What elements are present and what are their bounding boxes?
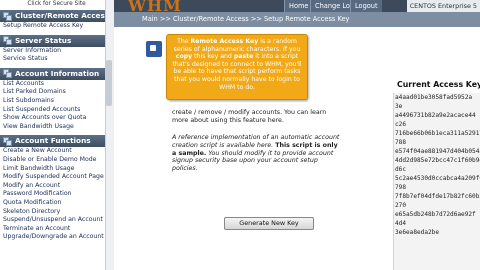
sidebar-link-list-subdomains[interactable]: List Subdomains [0, 97, 113, 106]
sidebar-link-service-status[interactable]: Service Status [0, 55, 113, 64]
sidebar-link-list-parked-domains[interactable]: List Parked Domains [0, 88, 113, 97]
sidebar: Click for Secure Site Cluster/Remote Acc… [0, 0, 114, 270]
key-line: 3e [395, 103, 403, 110]
sidebar-link-modify-account[interactable]: Modify an Account [0, 182, 113, 191]
reference-text: A reference implementation of an automat… [172, 134, 340, 173]
key-icon [146, 41, 162, 57]
sidebar-scrollbar[interactable] [105, 0, 114, 270]
sidebar-link-skeleton-directory[interactable]: Skeleton Directory [0, 208, 113, 217]
key-line: 4d4 [395, 220, 407, 227]
top-header: WHM Home Change Log Logout CENTOS Enterp… [114, 0, 480, 15]
section-header-account-information[interactable]: Account Information [0, 67, 113, 80]
key-line: e65a5db248b7d72d6ae92f [395, 211, 476, 218]
sidebar-link-create-account[interactable]: Create a New Account [0, 147, 113, 156]
key-line: 5c2ae4530d0ccabca4a209f0 [395, 175, 480, 182]
sidebar-link-view-bandwidth-usage[interactable]: View Bandwidth Usage [0, 123, 113, 132]
sidebar-link-upgrade-account[interactable]: Upgrade/Downgrade an Account [0, 233, 113, 242]
tab-logout[interactable]: Logout [350, 0, 382, 12]
sidebar-link-show-accounts-over-quota[interactable]: Show Accounts over Quota [0, 114, 113, 123]
section-header-server-status[interactable]: Server Status [0, 34, 113, 47]
key-line: d6c [395, 166, 407, 173]
server-icon [3, 36, 12, 46]
sidebar-link-list-suspended-accounts[interactable]: List Suspended Accounts [0, 106, 113, 115]
key-line: 270 [395, 202, 407, 209]
sidebar-link-password-modification[interactable]: Password Modification [0, 190, 113, 199]
key-line: e574f04ae881947d404b054a [395, 148, 480, 155]
current-access-key-header: Current Access Key [397, 80, 480, 89]
sidebar-link-suspend-account[interactable]: Suspend/Unsuspend an Account [0, 216, 113, 225]
key-line: a4496731b82a9e2acace44 [395, 112, 476, 119]
key-line: c26 [395, 121, 407, 128]
sidebar-scrollbar-thumb[interactable] [106, 60, 112, 106]
account-functions-icon [3, 136, 12, 146]
breadcrumb-bar: Main >> Cluster/Remote Access >> Setup R… [114, 12, 480, 27]
secure-site-link[interactable]: Click for Secure Site [0, 0, 113, 8]
key-line: 7f8b7ef04dfde17b82fc60b3 [395, 193, 480, 200]
key-line: 788 [395, 139, 407, 146]
sidebar-link-demo-mode[interactable]: Disable or Enable Demo Mode [0, 156, 113, 165]
section-header-cluster[interactable]: Cluster/Remote Access [0, 10, 113, 22]
key-line: 4dd2d985e72bcc47c1f60b9e [395, 157, 480, 164]
sidebar-link-terminate-account[interactable]: Terminate an Account [0, 225, 113, 234]
sidebar-link-limit-bandwidth[interactable]: Limit Bandwidth Usage [0, 165, 113, 174]
tab-home[interactable]: Home [284, 0, 313, 12]
key-line: 716be66b06b1eca311a52917 [395, 130, 480, 137]
account-info-icon [3, 69, 12, 79]
sidebar-link-modify-suspended-page[interactable]: Modify Suspended Account Page [0, 173, 113, 182]
intro-text: create / remove / modify accounts. You c… [172, 109, 327, 124]
sidebar-link-quota-modification[interactable]: Quota Modification [0, 199, 113, 208]
breadcrumb[interactable]: Main >> Cluster/Remote Access >> Setup R… [142, 15, 349, 23]
key-line: 3e6ea8eda2be [395, 229, 440, 236]
sidebar-link-list-accounts[interactable]: List Accounts [0, 80, 113, 89]
generate-new-key-button[interactable]: Generate New Key [224, 217, 314, 230]
cluster-icon [3, 11, 12, 21]
sidebar-link-server-information[interactable]: Server Information [0, 47, 113, 56]
os-label: CENTOS Enterprise 5 [406, 0, 480, 12]
key-line: 798 [395, 184, 407, 191]
key-line: a4aad01be3058fad5952a [395, 94, 473, 101]
help-tooltip: The Remote Access Key is a random series… [166, 34, 308, 100]
sidebar-link-setup-remote-access-key[interactable]: Setup Remote Access Key [0, 22, 113, 31]
section-header-account-functions[interactable]: Account Functions [0, 135, 113, 148]
